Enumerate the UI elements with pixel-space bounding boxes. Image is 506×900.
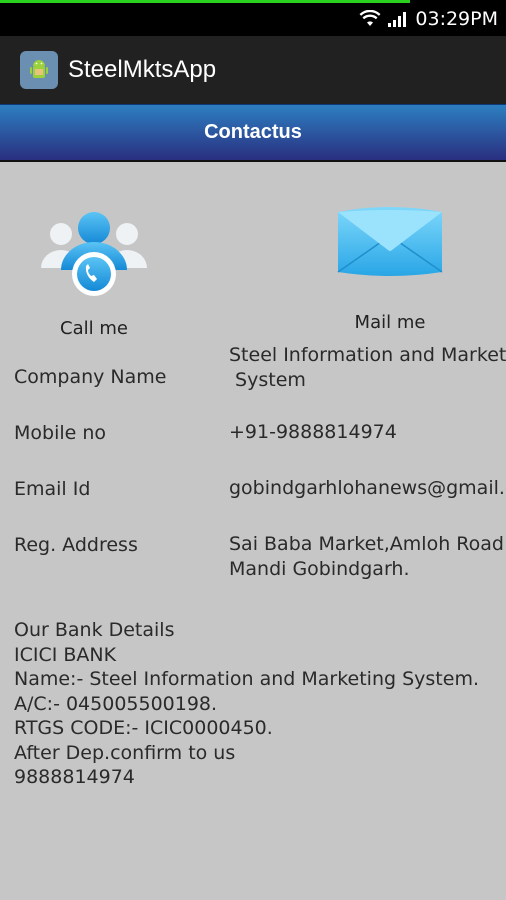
bank-details: Our Bank Details ICICI BANK Name:- Steel… (14, 618, 504, 790)
app-title: SteelMktsApp (68, 56, 217, 83)
mobile-no-value: +91-9888814974 (229, 421, 397, 443)
mail-envelope-icon (337, 207, 443, 276)
call-me-label: Call me (60, 318, 128, 339)
reg-address-value: Sai Baba Market,Amloh Road Mandi Gobindg… (229, 533, 504, 580)
company-name-value: Steel Information and Marketing System (229, 344, 506, 391)
status-icons: 03:29PM (359, 6, 498, 32)
status-bar: 03:29PM (0, 0, 506, 36)
bank-details-line: Name:- Steel Information and Marketing S… (14, 668, 479, 690)
call-me-button[interactable]: Call me (20, 210, 168, 339)
mobile-no-label: Mobile no (14, 422, 107, 444)
bank-details-line: A/C:- 045005500198. (14, 692, 218, 715)
mail-me-label: Mail me (354, 312, 426, 333)
bank-details-line: After Dep.confirm to us (14, 741, 236, 764)
bank-details-line: ICICI BANK (14, 643, 117, 666)
bank-details-line: RTGS CODE:- ICIC0000450. (14, 717, 273, 739)
bank-details-line: Our Bank Details (14, 619, 175, 641)
call-contacts-icon (41, 212, 147, 296)
android-icon[interactable] (20, 51, 58, 89)
page-title: Contactus (204, 121, 302, 143)
action-bar: SteelMktsApp (0, 36, 506, 104)
signal-icon (388, 12, 407, 27)
mail-me-button[interactable]: Mail me (300, 206, 480, 333)
page-header: Contactus (0, 104, 506, 162)
wifi-icon (359, 10, 381, 26)
notification-progress-line (0, 0, 410, 3)
bank-details-line: 9888814974 (14, 766, 135, 788)
company-name-label: Company Name (14, 366, 167, 388)
reg-address-label: Reg. Address (14, 534, 138, 556)
email-id-label: Email Id (14, 478, 91, 500)
email-id-value: gobindgarhlohanews@gmail.com (229, 477, 506, 499)
status-time: 03:29PM (415, 8, 498, 30)
